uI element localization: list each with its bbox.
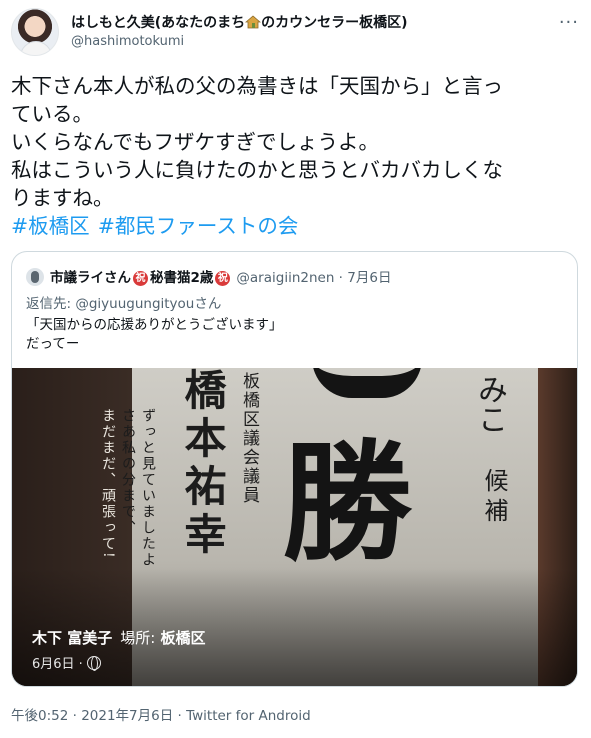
- quote-name-part: 秘書猫2歳: [150, 270, 214, 286]
- photo-date-text: 6月6日 ·: [32, 657, 83, 672]
- tweet-line: りますね。: [11, 186, 114, 210]
- display-name-prefix[interactable]: はしもと久美(あなたのまち: [71, 15, 245, 31]
- quoted-tweet[interactable]: 市議ライさん祝秘書猫2歳祝 @araigiin2nen · 7月6日 返信先: @…: [11, 251, 578, 687]
- poster-top-stroke: [312, 368, 422, 398]
- poster-message: ずっと見ていましたよ: [140, 408, 156, 568]
- tweet-line: ている。: [11, 102, 93, 126]
- hashtags: #板橋区 #都民ファーストの会: [11, 212, 581, 240]
- caption-author[interactable]: 木下 富美子: [32, 629, 112, 647]
- tweet-timestamp[interactable]: 午後0:52 · 2021年7月6日 · Twitter for Android: [11, 704, 311, 724]
- quote-handle-date: @araigiin2nen · 7月6日: [236, 270, 392, 286]
- poster-right-text: 候補: [480, 468, 508, 528]
- caption-location-label: 場所:: [120, 629, 156, 647]
- tweet-line: 私はこういう人に負けたのかと思うとバカバカしくな: [11, 158, 503, 182]
- poster-big-kanji: 勝: [282, 426, 413, 579]
- celebration-badge-icon: 祝: [133, 271, 148, 286]
- quote-line: だってー: [26, 336, 80, 352]
- caption-location[interactable]: 板橋区: [161, 629, 206, 647]
- poster-name: 橋本祐幸: [178, 368, 227, 560]
- poster-title: 板橋区議会議員: [239, 372, 259, 505]
- tweet-line: いくらなんでもフザケすぎでしょうよ。: [11, 130, 379, 154]
- author-avatar[interactable]: [11, 8, 59, 56]
- author-handle[interactable]: @hashimotokumi: [71, 34, 184, 49]
- photo-date: 6月6日 ·: [32, 653, 101, 672]
- quote-avatar[interactable]: [26, 268, 44, 286]
- poster-right-text: みこ: [472, 374, 507, 434]
- quote-name-part: 市議ライさん: [50, 270, 131, 286]
- quote-header: 市議ライさん祝秘書猫2歳祝 @araigiin2nen · 7月6日: [26, 266, 391, 286]
- quote-line: 「天国からの応援ありがとうございます」: [26, 317, 283, 333]
- author-display-name[interactable]: はしもと久美(あなたのまち のカウンセラー板橋区): [71, 12, 408, 32]
- more-dots-icon[interactable]: ···: [559, 12, 579, 33]
- quote-text: 「天国からの応援ありがとうございます」 だってー: [26, 316, 283, 354]
- hashtag-link[interactable]: #板橋区: [11, 214, 90, 238]
- globe-icon: [86, 656, 101, 671]
- photo-caption[interactable]: 木下 富美子 場所: 板橋区: [32, 627, 206, 648]
- quote-display-name[interactable]: 市議ライさん祝秘書猫2歳祝: [50, 270, 232, 286]
- tweet-text: 木下さん本人が私の父の為書きは「天国から」と言っ ている。 いくらなんでもフザケ…: [11, 72, 581, 240]
- reply-label: 返信先:: [26, 296, 76, 312]
- celebration-badge-icon: 祝: [215, 271, 231, 286]
- quote-photo[interactable]: 勝 橋本祐幸 板橋区議会議員 ずっと見ていましたよ さあ私の分まで、 まだまだ、…: [12, 368, 577, 686]
- house-icon: [245, 15, 262, 29]
- reply-mention[interactable]: @giyuugungityouさん: [75, 296, 221, 312]
- poster-message: さあ私の分まで、: [120, 408, 136, 536]
- poster-message: まだまだ、頑張って!: [100, 408, 116, 560]
- display-name-suffix[interactable]: のカウンセラー板橋区): [261, 15, 407, 31]
- tweet-header: はしもと久美(あなたのまち のカウンセラー板橋区) @hashimotokumi …: [11, 6, 581, 64]
- quote-reply-to: 返信先: @giyuugungityouさん: [26, 292, 221, 312]
- tweet-line: 木下さん本人が私の父の為書きは「天国から」と言っ: [11, 74, 503, 98]
- hashtag-link[interactable]: #都民ファーストの会: [98, 214, 299, 238]
